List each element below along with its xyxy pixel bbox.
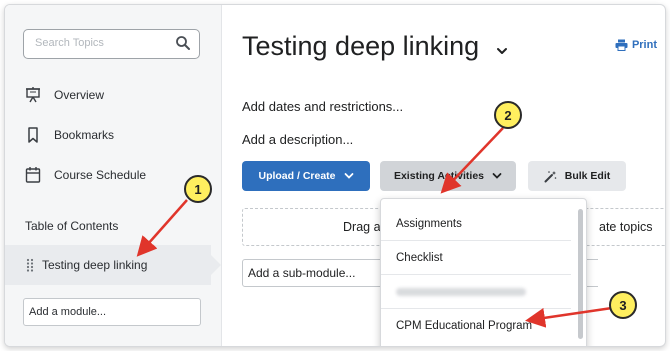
app-window: Search Topics Overview Bookmarks Course … [4, 4, 666, 347]
menu-scrollbar[interactable] [578, 209, 583, 339]
add-dates-link[interactable]: Add dates and restrictions... [242, 99, 403, 114]
nav-label: Bookmarks [54, 128, 115, 142]
printer-icon [615, 39, 628, 51]
nav-bookmarks[interactable]: Bookmarks [25, 123, 114, 147]
nav-label: Course Schedule [54, 168, 147, 182]
bulk-edit-label: Bulk Edit [564, 170, 611, 182]
bulk-edit-button[interactable]: Bulk Edit [528, 161, 626, 191]
page-title: Testing deep linking [242, 31, 509, 62]
existing-activities-button[interactable]: Existing Activities [380, 161, 516, 191]
drag-handle-icon[interactable] [26, 258, 34, 272]
nav-label: Overview [54, 88, 105, 102]
drag-drop-text: Drag a [343, 220, 381, 234]
calendar-icon [25, 167, 41, 183]
table-of-contents-label: Table of Contents [25, 219, 119, 233]
add-description-link[interactable]: Add a description... [242, 132, 353, 147]
print-button[interactable]: Print [615, 39, 657, 51]
print-label: Print [631, 39, 657, 51]
chevron-down-icon [344, 173, 353, 179]
toc-item-label: Testing deep linking [42, 258, 148, 272]
page-title-text: Testing deep linking [242, 31, 480, 61]
nav-overview[interactable]: Overview [25, 83, 104, 107]
existing-activities-menu: Assignments Checklist CPM Educational Pr… [380, 198, 587, 346]
drag-drop-text-right: ate topics [599, 220, 653, 234]
upload-create-label: Upload / Create [258, 170, 336, 182]
nav-course-schedule[interactable]: Course Schedule [25, 163, 146, 187]
blurred-text [396, 287, 526, 296]
menu-item-assignments[interactable]: Assignments [381, 207, 571, 241]
callout-2: 2 [494, 101, 522, 129]
sidebar: Search Topics Overview Bookmarks Course … [5, 5, 222, 346]
menu-item-cpm-educational-program[interactable]: CPM Educational Program [381, 309, 571, 343]
existing-activities-label: Existing Activities [393, 170, 485, 182]
add-module-input[interactable]: Add a module... [23, 298, 201, 326]
callout-1: 1 [184, 175, 212, 203]
add-sub-module-input[interactable]: Add a sub-module... [242, 259, 389, 287]
menu-item-checklist[interactable]: Checklist [381, 241, 571, 275]
presentation-icon [26, 87, 40, 103]
search-placeholder: Search Topics [35, 37, 104, 49]
chevron-down-icon [492, 173, 502, 179]
bookmark-icon [28, 127, 38, 143]
search-icon[interactable] [175, 35, 191, 51]
search-input[interactable]: Search Topics [23, 29, 200, 59]
magic-wand-icon [544, 170, 557, 182]
callout-3: 3 [609, 291, 637, 319]
toc-item-testing-deep-linking[interactable]: Testing deep linking [5, 245, 221, 285]
menu-item-blurred[interactable] [381, 275, 571, 309]
chevron-down-icon[interactable] [495, 44, 509, 58]
main-content: Testing deep linking Print Add dates and… [222, 5, 665, 346]
upload-create-button[interactable]: Upload / Create [242, 161, 370, 191]
